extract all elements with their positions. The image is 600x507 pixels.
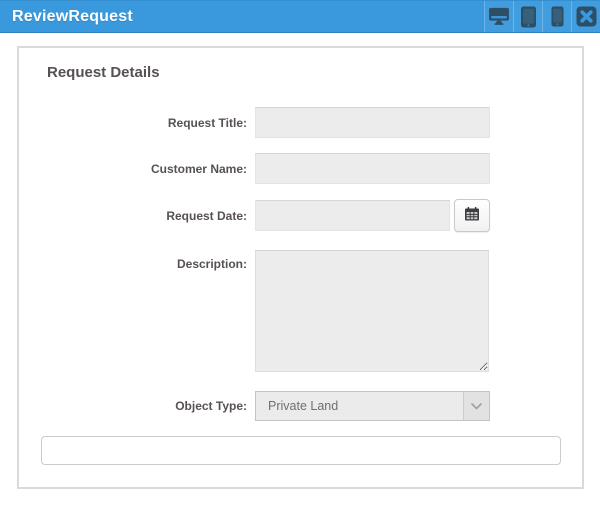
preview-tablet-button[interactable] xyxy=(513,1,542,32)
request-date-input[interactable] xyxy=(255,200,450,231)
description-row: Description: xyxy=(19,250,582,372)
object-type-row: Object Type: Private Land xyxy=(19,391,582,421)
preview-desktop-button[interactable] xyxy=(484,1,513,32)
preview-phone-button[interactable] xyxy=(542,1,571,32)
close-button[interactable] xyxy=(571,1,600,32)
titlebar-buttons xyxy=(484,1,600,32)
object-type-value: Private Land xyxy=(268,399,339,413)
customer-name-input[interactable] xyxy=(255,153,490,184)
description-textarea[interactable] xyxy=(255,250,489,372)
footer-text-input[interactable] xyxy=(40,436,561,465)
object-type-label: Object Type: xyxy=(175,399,247,413)
request-title-input[interactable] xyxy=(255,107,490,138)
object-type-select[interactable]: Private Land xyxy=(255,391,490,421)
description-label: Description: xyxy=(176,257,247,271)
customer-name-row: Customer Name: xyxy=(19,153,582,184)
request-date-field xyxy=(255,199,582,232)
request-title-label: Request Title: xyxy=(167,115,247,130)
window-titlebar: ReviewRequest xyxy=(0,0,600,33)
request-date-row: Request Date: xyxy=(19,199,582,232)
chevron-down-icon xyxy=(463,392,489,420)
desktop-icon xyxy=(488,7,510,26)
close-icon xyxy=(576,6,597,27)
window-title: ReviewRequest xyxy=(12,7,133,25)
panel-heading: Request Details xyxy=(47,64,160,81)
request-date-label: Request Date: xyxy=(166,208,247,223)
calendar-icon xyxy=(464,206,480,225)
phone-icon xyxy=(551,6,564,27)
tablet-icon xyxy=(520,6,537,28)
customer-name-label: Customer Name: xyxy=(150,161,247,176)
calendar-button[interactable] xyxy=(454,199,490,232)
request-title-row: Request Title: xyxy=(19,107,582,138)
request-details-panel: Request Details Request Title: Customer … xyxy=(17,46,584,489)
